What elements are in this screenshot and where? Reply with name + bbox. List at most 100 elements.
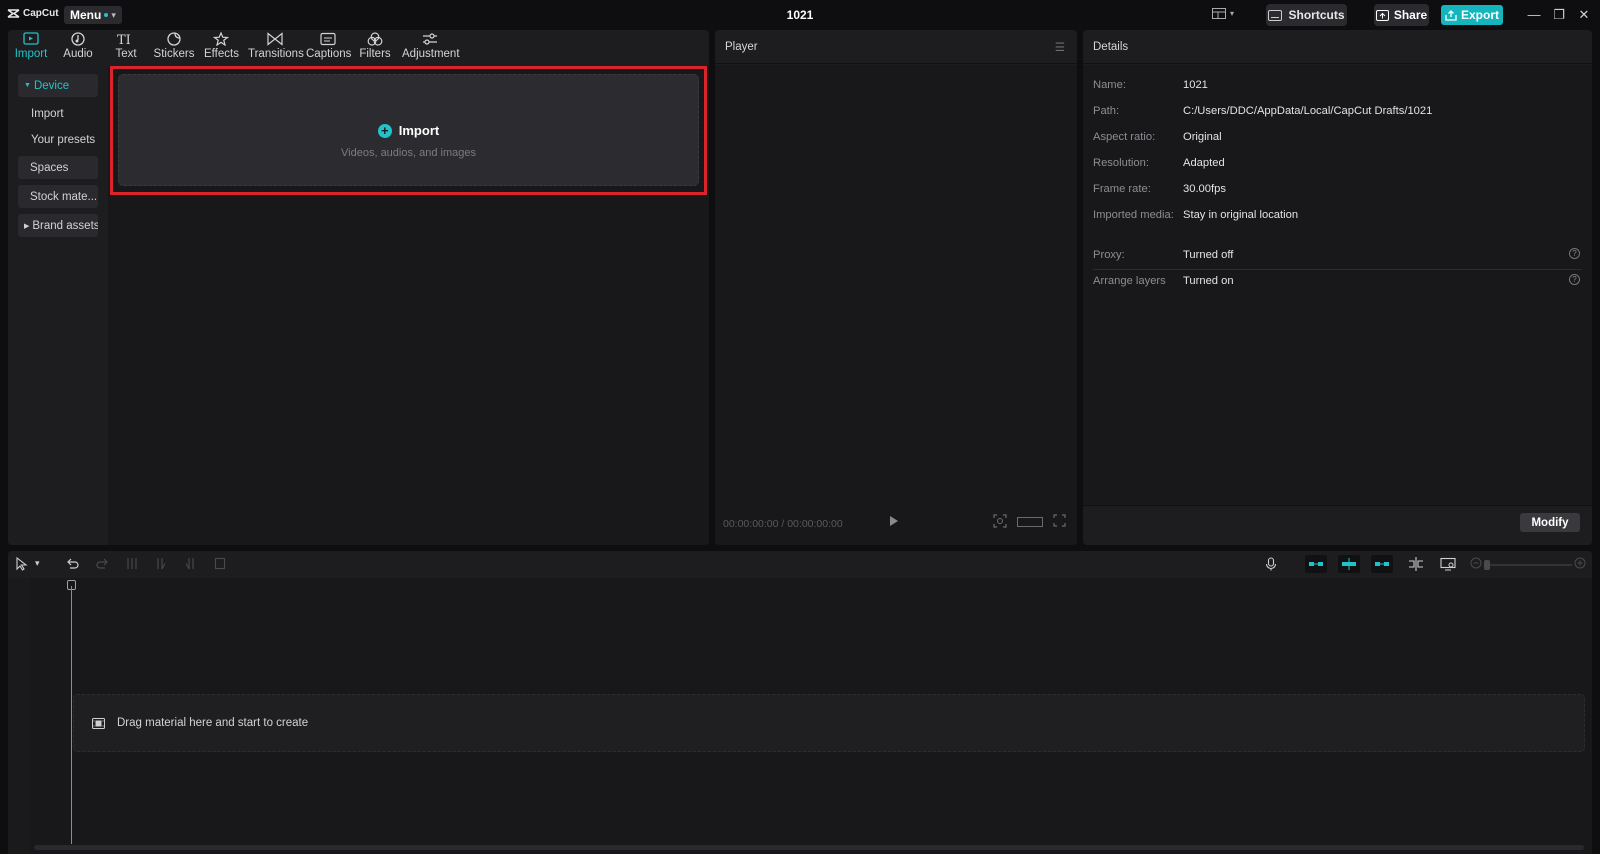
tab-text[interactable]: TI Text xyxy=(113,32,139,60)
help-icon[interactable]: ? xyxy=(1569,274,1580,285)
chevron-down-icon: ▾ xyxy=(111,9,116,20)
restore-icon[interactable]: ❐ xyxy=(1551,7,1567,23)
detail-row-arrange-layers: Arrange layers Turned on xyxy=(1093,275,1234,287)
sidebar-item-stock-material[interactable]: Stock mate... xyxy=(18,185,98,208)
aspect-ratio-icon[interactable] xyxy=(1017,517,1043,527)
svg-text:TI: TI xyxy=(117,33,131,46)
fullscreen-icon[interactable] xyxy=(1053,514,1066,527)
linkage-icon[interactable] xyxy=(1371,555,1393,573)
media-toolbar: Import Audio TI Text Stickers Effects Tr… xyxy=(8,30,709,66)
export-icon xyxy=(1445,9,1457,21)
detail-row-path: Path: C:/Users/DDC/AppData/Local/CapCut D… xyxy=(1093,105,1432,117)
help-icon[interactable]: ? xyxy=(1569,248,1580,259)
playhead-line[interactable] xyxy=(71,586,72,844)
main-track-magnet-icon[interactable] xyxy=(1305,555,1327,573)
redo-icon[interactable] xyxy=(96,557,109,570)
tab-effects[interactable]: Effects xyxy=(204,32,239,60)
detail-key: Frame rate: xyxy=(1093,183,1151,195)
sidebar-item-label: Brand assets xyxy=(32,219,98,232)
text-icon: TI xyxy=(117,33,131,46)
player-panel: Player ☰ 00:00:00:00 / 00:00:00:00 xyxy=(715,30,1077,545)
screen-capture-icon[interactable] xyxy=(1440,557,1456,571)
sidebar-item-your-presets[interactable]: Your presets xyxy=(18,128,98,151)
tab-audio[interactable]: Audio xyxy=(63,32,93,60)
timeline-drop-zone[interactable]: Drag material here and start to create xyxy=(73,694,1585,752)
media-sidebar: ▼ Device Import Your presets Spaces Stoc… xyxy=(8,66,108,545)
media-content: + Import Videos, audios, and images xyxy=(108,66,709,545)
auto-snap-icon[interactable] xyxy=(1338,555,1360,573)
trim-left-icon[interactable] xyxy=(155,557,167,570)
undo-icon[interactable] xyxy=(66,557,79,570)
tab-filters[interactable]: Filters xyxy=(359,32,391,60)
sidebar-item-device[interactable]: ▼ Device xyxy=(18,74,98,97)
sidebar-item-brand-assets[interactable]: ▶ Brand assets xyxy=(18,214,98,237)
timeline-toolbar: ▾ xyxy=(8,551,1592,578)
import-icon xyxy=(23,32,39,45)
player-header: Player ☰ xyxy=(715,30,1077,64)
detail-row-imported-media: Imported media: Stay in original location xyxy=(1093,209,1298,221)
detail-value: Turned off xyxy=(1183,249,1234,261)
film-strip-icon xyxy=(92,717,105,729)
details-body: Name: 1021 Path: C:/Users/DDC/AppData/Loca… xyxy=(1083,65,1592,505)
details-panel: Details Name: 1021 Path: C:/Users/DDC/AppD… xyxy=(1083,30,1592,545)
tab-import[interactable]: Import xyxy=(14,32,48,60)
player-timecode: 00:00:00:00 / 00:00:00:00 xyxy=(723,518,843,530)
menu-button[interactable]: Menu ▾ xyxy=(64,6,122,24)
tab-captions[interactable]: Captions xyxy=(306,32,351,60)
audio-icon xyxy=(71,32,85,46)
tab-stickers[interactable]: Stickers xyxy=(153,32,195,60)
zoom-slider-handle[interactable] xyxy=(1484,560,1490,570)
chevron-down-icon[interactable]: ▾ xyxy=(35,558,40,569)
detail-row-aspect-ratio: Aspect ratio: Original xyxy=(1093,131,1222,143)
modify-button[interactable]: Modify xyxy=(1520,513,1580,532)
delete-icon[interactable] xyxy=(214,557,226,570)
zoom-in-icon[interactable] xyxy=(1574,557,1586,569)
share-button[interactable]: Share xyxy=(1374,4,1429,26)
layout-icon xyxy=(1212,8,1226,19)
detail-key: Arrange layers xyxy=(1093,275,1166,287)
layout-switch-button[interactable]: ▾ xyxy=(1212,8,1234,19)
sidebar-item-import[interactable]: Import xyxy=(18,102,98,125)
detail-value: Original xyxy=(1183,131,1222,143)
import-drop-zone[interactable]: + Import Videos, audios, and images xyxy=(118,74,699,186)
select-cursor-icon[interactable] xyxy=(16,557,28,571)
details-title: Details xyxy=(1093,40,1129,53)
hamburger-menu-icon[interactable]: ☰ xyxy=(1055,40,1065,54)
capcut-logo: CapCut xyxy=(7,8,59,19)
sidebar-item-label: Your presets xyxy=(31,133,96,146)
share-label: Share xyxy=(1393,8,1428,22)
tab-text-label: Text xyxy=(115,48,137,60)
detail-row-resolution: Resolution: Adapted xyxy=(1093,157,1225,169)
close-icon[interactable]: ✕ xyxy=(1576,7,1592,23)
tab-adjustment[interactable]: Adjustment xyxy=(402,32,460,60)
details-divider xyxy=(1093,269,1582,270)
import-button[interactable]: + Import xyxy=(119,123,698,138)
menu-label: Menu xyxy=(70,8,102,22)
microphone-icon[interactable] xyxy=(1265,557,1277,571)
preview-axis-icon[interactable] xyxy=(1408,557,1424,571)
sidebar-item-spaces[interactable]: Spaces xyxy=(18,156,98,179)
brand-name: CapCut xyxy=(23,8,59,19)
tab-filters-label: Filters xyxy=(359,48,391,60)
effects-icon xyxy=(213,32,229,46)
minimize-icon[interactable]: — xyxy=(1526,7,1542,22)
import-label: Import xyxy=(398,123,440,138)
shortcuts-button[interactable]: Shortcuts xyxy=(1266,4,1347,26)
export-button[interactable]: Export xyxy=(1441,5,1503,25)
sidebar-item-label: Stock mate... xyxy=(30,190,98,203)
stickers-icon xyxy=(167,32,181,46)
play-icon[interactable] xyxy=(889,515,899,527)
timeline-tracks[interactable]: Drag material here and start to create xyxy=(8,578,1592,854)
tab-transitions[interactable]: Transitions xyxy=(248,32,304,60)
trim-right-icon[interactable] xyxy=(184,557,196,570)
zoom-slider-track[interactable] xyxy=(1490,564,1572,566)
project-title: 1021 xyxy=(786,8,814,22)
detail-key: Name: xyxy=(1093,79,1126,91)
fit-screen-icon[interactable] xyxy=(993,514,1007,528)
detail-value: C:/Users/DDC/AppData/Local/CapCut Drafts… xyxy=(1183,105,1433,117)
horizontal-scrollbar[interactable] xyxy=(34,845,1584,850)
captions-icon xyxy=(320,32,336,46)
tab-adjustment-label: Adjustment xyxy=(402,48,460,60)
split-icon[interactable] xyxy=(126,557,138,570)
zoom-out-icon[interactable] xyxy=(1470,557,1482,569)
